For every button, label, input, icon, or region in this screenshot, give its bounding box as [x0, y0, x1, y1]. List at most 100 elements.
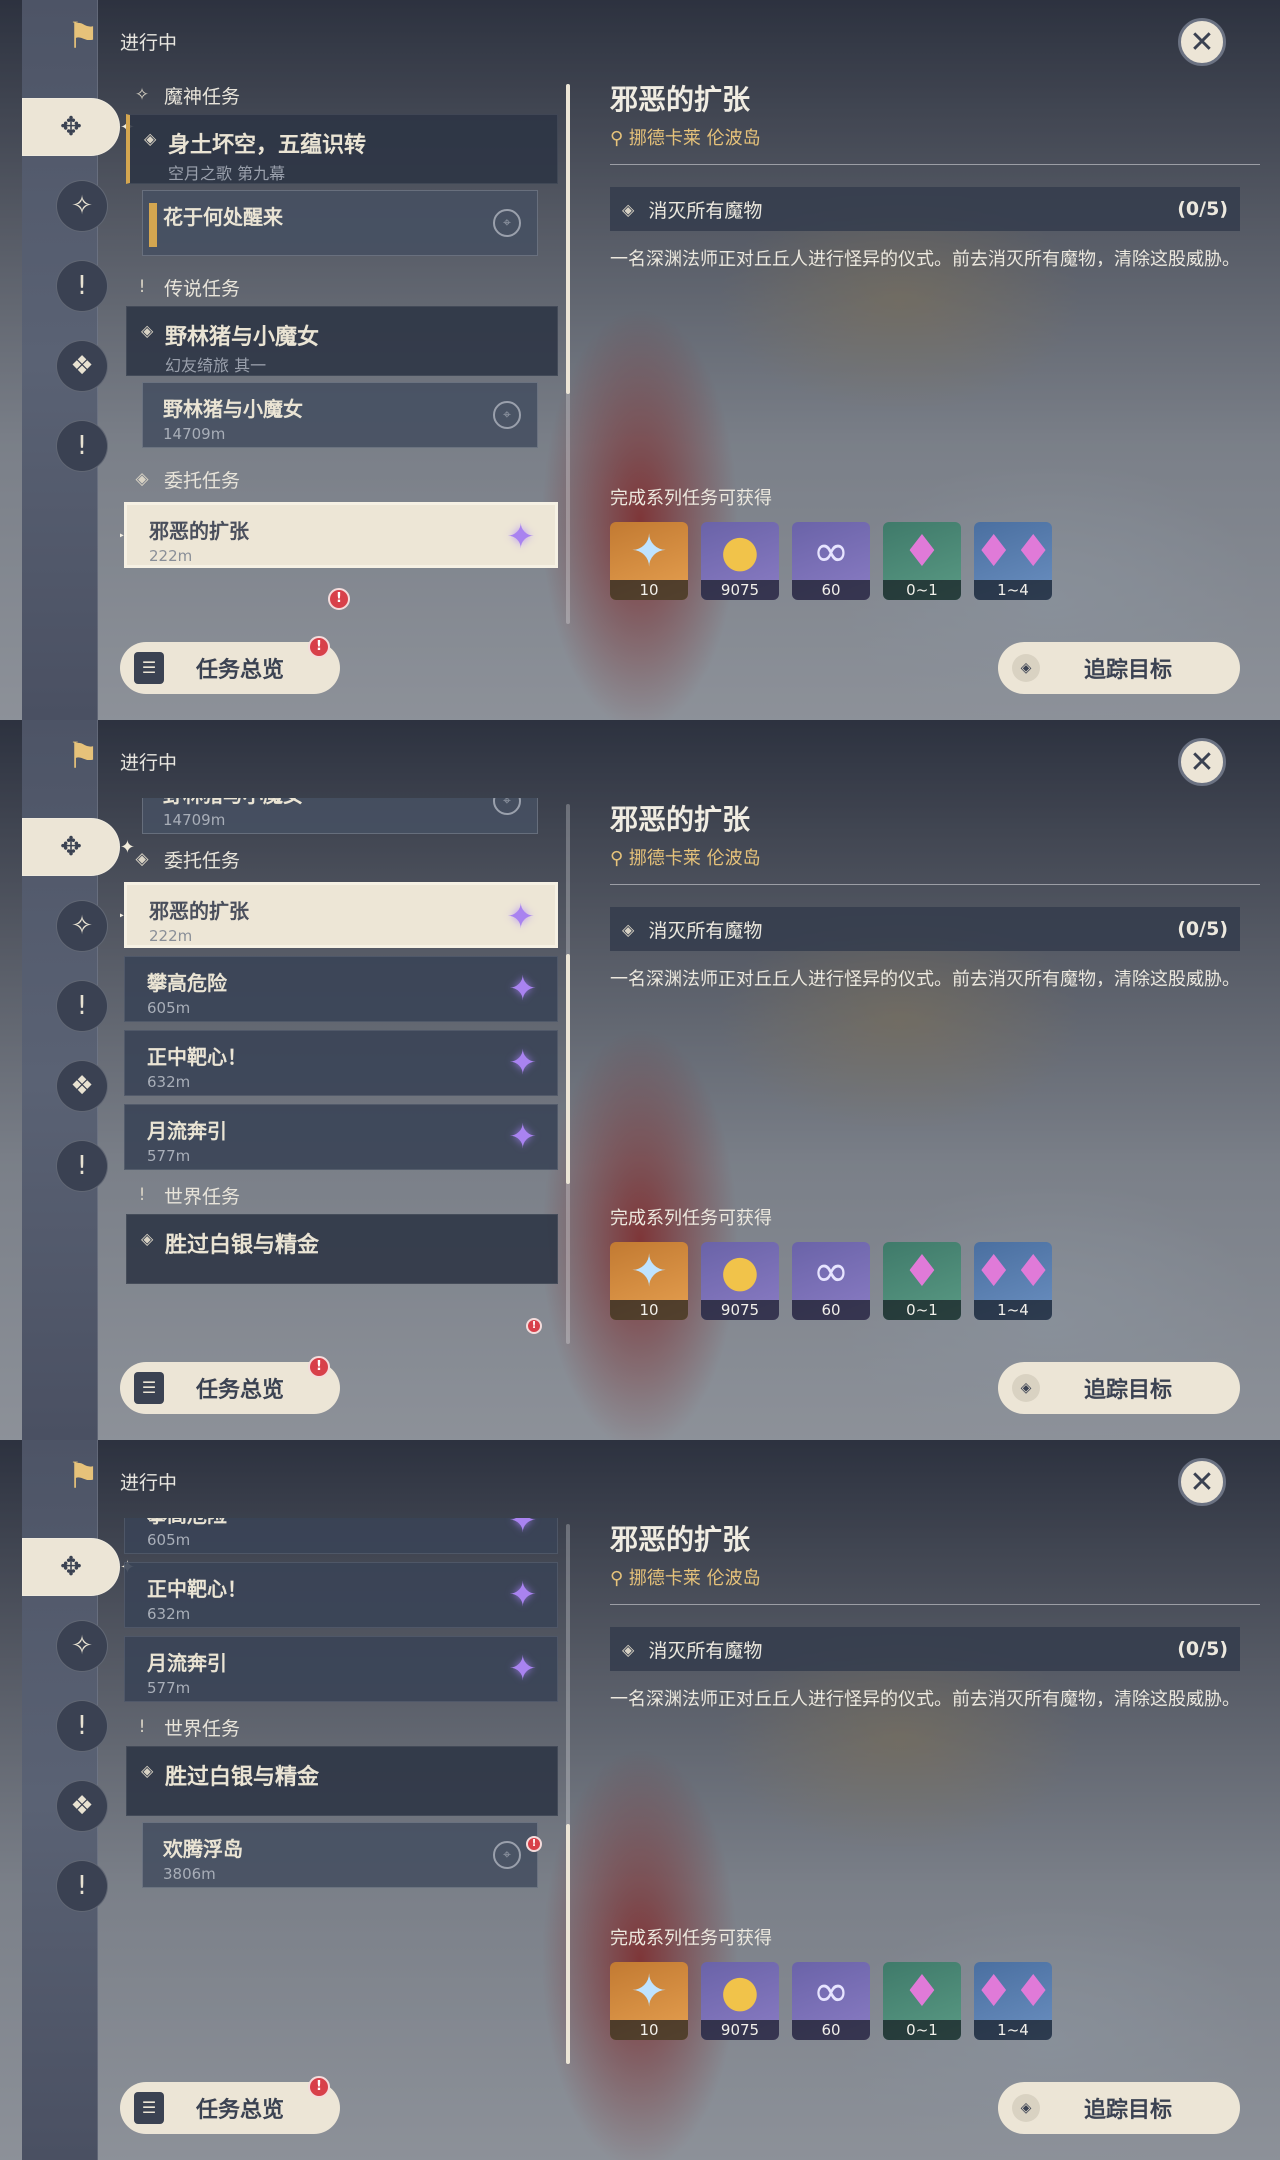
archon-quest-tab-icon[interactable]: ✧ [56, 1620, 108, 1672]
world-quest-tab-icon[interactable]: ! [56, 1140, 108, 1192]
crystal-cluster-icon: ♦♦ [974, 526, 1052, 577]
commission-item[interactable]: 月流奔引 577m ✦ [124, 1104, 558, 1170]
commission-tab-icon[interactable]: ❖ [56, 1060, 108, 1112]
world-step[interactable]: 欢腾浮岛 3806m ⌖ [142, 1822, 538, 1888]
reward-crystal-cluster[interactable]: ♦♦ 1~4 [974, 1242, 1052, 1320]
commission-tab-icon[interactable]: ❖ [56, 1780, 108, 1832]
commission-icon: ◈ [135, 849, 149, 869]
all-quests-tab-icon[interactable]: ✥ [22, 818, 135, 876]
crystal-icon: ♦ [902, 1966, 942, 2017]
close-button[interactable]: ✕ [1178, 1458, 1226, 1506]
exp-icon: ∞ [812, 1246, 850, 1297]
commission-title: 邪恶的扩张 [149, 899, 249, 923]
track-button[interactable]: ◈ 追踪目标 [998, 1362, 1240, 1414]
commission-item[interactable]: 正中靶心！ 632m ✦ [124, 1562, 558, 1628]
side-rail: ⚑ ✥ ✧ ! ❖ ! [22, 1440, 135, 2160]
location-pin-icon[interactable]: ⌖ [493, 401, 521, 429]
primogem-icon: ✦ [630, 526, 668, 577]
step-title: 欢腾浮岛 [163, 1837, 243, 1861]
commission-item[interactable]: 正中靶心！ 632m ✦ [124, 1030, 558, 1096]
reward-list: ✦ 10 ● 9075 ∞ 60 ♦ 0~1 ♦♦ 1~4 [610, 1242, 1052, 1320]
quest-list[interactable]: ✧魔神任务 身土坏空，五蕴识转 空月之歌 第九幕 花于何处醒来 ⌖ !传说任务 … [120, 78, 560, 618]
location-pin-icon[interactable]: ⌖ [493, 209, 521, 237]
archon-quest-tab-icon[interactable]: ✧ [56, 900, 108, 952]
list-scrollbar[interactable] [566, 804, 570, 1344]
in-progress-label: 进行中 [120, 32, 178, 54]
reward-count: 10 [610, 1300, 688, 1320]
reward-count: 60 [792, 2020, 870, 2040]
reward-crystal-cluster[interactable]: ♦♦ 1~4 [974, 522, 1052, 600]
scroll-thumb[interactable] [566, 84, 570, 394]
quest-list[interactable]: 攀高危险 605m ✦ 正中靶心！ 632m ✦ 月流奔引 577m ✦ ! 世界… [120, 1518, 560, 2058]
quest-screen-2: ⚑ ✥ ✧ ! ❖ ! 进行中 ✕ 野林猪与小魔女 14709m ⌖ ◈ 委托任务… [0, 720, 1280, 1440]
quest-book-icon[interactable]: ⚑ [66, 1454, 100, 1500]
reward-primogem[interactable]: ✦ 10 [610, 522, 688, 600]
scroll-thumb[interactable] [566, 1824, 570, 2064]
track-button[interactable]: ◈ 追踪目标 [998, 2082, 1240, 2134]
all-quests-tab-icon[interactable]: ✥ [22, 98, 135, 156]
world-quest-tab-icon[interactable]: ! [56, 420, 108, 472]
archon-chapter[interactable]: 身土坏空，五蕴识转 空月之歌 第九幕 [126, 114, 558, 184]
reward-primogem[interactable]: ✦ 10 [610, 1242, 688, 1320]
quest-list[interactable]: 野林猪与小魔女 14709m ⌖ ◈ 委托任务 ▶ 邪恶的扩张 222m ✦ 攀高… [120, 798, 560, 1338]
quest-book-icon[interactable]: ⚑ [66, 14, 100, 60]
objective-diamond-icon: ◈ [622, 1639, 635, 1659]
reward-crystal-cluster[interactable]: ♦♦ 1~4 [974, 1962, 1052, 2040]
location-pin-icon[interactable]: ⌖ [493, 1841, 521, 1869]
commission-item[interactable]: 攀高危险 605m ✦ [124, 1518, 558, 1554]
location-icon: ⚲ [610, 1568, 629, 1589]
story-quest-tab-icon[interactable]: ! [56, 260, 108, 312]
reward-mora[interactable]: ● 9075 [701, 522, 779, 600]
reward-crystal[interactable]: ♦ 0~1 [883, 522, 961, 600]
quest-screen-3: ⚑ ✥ ✧ ! ❖ ! 进行中 ✕ 攀高危险 605m ✦ 正中靶心！ 632m… [0, 1440, 1280, 2160]
reward-exp[interactable]: ∞ 60 [792, 1962, 870, 2040]
scroll-thumb[interactable] [566, 954, 570, 1184]
section-label: 世界任务 [164, 1185, 241, 1208]
quest-overview-button[interactable]: ☰ 任务总览 [120, 1362, 340, 1414]
archon-step[interactable]: 花于何处醒来 ⌖ [142, 190, 538, 256]
world-chapter[interactable]: 胜过白银与精金 [126, 1746, 558, 1816]
quest-title: 邪恶的扩张 [610, 803, 751, 836]
section-label: 魔神任务 [164, 85, 241, 108]
quest-book-icon[interactable]: ⚑ [66, 734, 100, 780]
reward-count: 0~1 [883, 1300, 961, 1320]
archon-quest-tab-icon[interactable]: ✧ [56, 180, 108, 232]
close-button[interactable]: ✕ [1178, 738, 1226, 786]
story-icon: ! [138, 277, 146, 297]
story-quest-tab-icon[interactable]: ! [56, 980, 108, 1032]
all-quests-tab-icon[interactable]: ✥ [22, 1538, 135, 1596]
reward-exp[interactable]: ∞ 60 [792, 1242, 870, 1320]
list-scrollbar[interactable] [566, 1524, 570, 2064]
commission-item[interactable]: 攀高危险 605m ✦ [124, 956, 558, 1022]
story-step[interactable]: 野林猪与小魔女 14709m ⌖ [142, 798, 538, 834]
reward-primogem[interactable]: ✦ 10 [610, 1962, 688, 2040]
story-quest-tab-icon[interactable]: ! [56, 1700, 108, 1752]
story-step[interactable]: 野林猪与小魔女 14709m ⌖ [142, 382, 538, 448]
world-chapter[interactable]: 胜过白银与精金 [126, 1214, 558, 1284]
close-button[interactable]: ✕ [1178, 18, 1226, 66]
reward-mora[interactable]: ● 9075 [701, 1242, 779, 1320]
track-button[interactable]: ◈ 追踪目标 [998, 642, 1240, 694]
commission-item-selected[interactable]: ▶ 邪恶的扩张 222m ✦ [120, 882, 558, 948]
commission-tab-icon[interactable]: ❖ [56, 340, 108, 392]
commission-item-selected[interactable]: ▶ 邪恶的扩张 222m ✦ [120, 502, 558, 568]
world-quest-tab-icon[interactable]: ! [56, 1860, 108, 1912]
quest-location: ⚲ 挪德卡莱 伦波岛 [610, 844, 1240, 870]
track-diamond-icon: ◈ [1012, 2094, 1040, 2122]
reward-crystal[interactable]: ♦ 0~1 [883, 1242, 961, 1320]
quest-title: 邪恶的扩张 [610, 83, 751, 116]
commission-item[interactable]: 月流奔引 577m ✦ [124, 1636, 558, 1702]
quest-overview-button[interactable]: ☰ 任务总览 [120, 642, 340, 694]
world-icon: ! [138, 1185, 146, 1205]
reward-mora[interactable]: ● 9075 [701, 1962, 779, 2040]
mora-icon: ● [720, 1246, 760, 1297]
reward-exp[interactable]: ∞ 60 [792, 522, 870, 600]
list-scrollbar[interactable] [566, 84, 570, 624]
story-chapter[interactable]: 野林猪与小魔女 幻友绮旅 其一 [126, 306, 558, 376]
rewards-title: 完成系列任务可获得 [610, 1928, 772, 1949]
reward-crystal[interactable]: ♦ 0~1 [883, 1962, 961, 2040]
chapter-title: 胜过白银与精金 [141, 1227, 557, 1259]
location-text: 挪德卡莱 伦波岛 [628, 848, 761, 869]
divider [610, 164, 1260, 165]
quest-overview-button[interactable]: ☰ 任务总览 [120, 2082, 340, 2134]
